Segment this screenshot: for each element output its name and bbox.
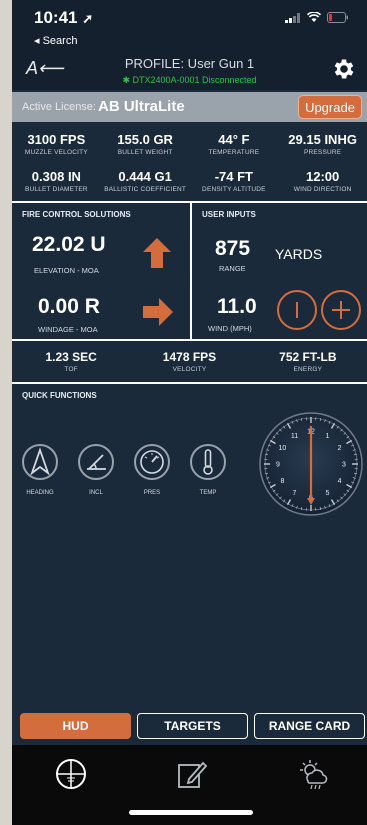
gear-icon[interactable] — [331, 56, 357, 82]
stat-muzzle-velocity[interactable]: 3100 FPS MUZZLE VELOCITY — [12, 132, 101, 156]
app-header: A⟵ PROFILE: User Gun 1 ✱ DTX2400A-0001 D… — [12, 50, 367, 90]
clock-number: 4 — [338, 478, 342, 485]
stat-bullet-weight[interactable]: 155.0 GR BULLET WEIGHT — [101, 132, 190, 156]
reticle-icon[interactable] — [54, 757, 88, 791]
clock-number: 7 — [293, 490, 297, 497]
increase-wind-button[interactable] — [321, 290, 361, 330]
profile-title[interactable]: PROFILE: User Gun 1 — [12, 56, 367, 71]
stat-energy: 752 FT-LB ENERGY — [279, 350, 337, 373]
bottom-toolbar — [12, 745, 367, 825]
range-value[interactable]: 875 — [215, 237, 250, 261]
range-unit[interactable]: YARDS — [275, 246, 322, 262]
clock-number: 9 — [276, 462, 280, 469]
back-to-search-link[interactable]: ◂ Search — [34, 34, 77, 47]
stat-pressure[interactable]: 29.15 INHG PRESSURE — [278, 132, 367, 156]
stat-wind-direction[interactable]: 12:00 WIND DIRECTION — [278, 169, 367, 193]
divider-vertical — [190, 201, 192, 339]
user-inputs-title: USER INPUTS — [202, 210, 256, 219]
stat-temperature[interactable]: 44° F TEMPERATURE — [190, 132, 279, 156]
stat-time-of-flight: 1.23 SEC TOF — [45, 350, 97, 373]
clock-number: 3 — [342, 462, 346, 469]
upgrade-button[interactable]: Upgrade — [298, 95, 362, 119]
quick-functions-title: QUICK FUNCTIONS — [22, 391, 97, 400]
inclination-label: INCL — [89, 490, 103, 496]
weather-icon[interactable] — [296, 757, 330, 791]
divider — [12, 382, 367, 384]
view-tabs: HUD TARGETS RANGE CARD — [20, 713, 365, 739]
heading-label: HEADING — [26, 490, 54, 496]
wifi-icon — [307, 12, 321, 22]
ballistic-inputs-row-2: 0.308 IN BULLET DIAMETER 0.444 G1 BALLISTI… — [12, 169, 367, 193]
tab-range-card[interactable]: RANGE CARD — [254, 713, 365, 739]
status-icons — [285, 12, 349, 23]
clock-number: 11 — [291, 433, 298, 440]
minus-icon — [296, 302, 298, 318]
device-status: ✱ DTX2400A-0001 Disconnected — [122, 75, 257, 85]
wind-speed-label: WIND (MPH) — [208, 324, 252, 333]
pressure-gauge-icon[interactable] — [133, 443, 171, 481]
status-time: 10:41 ➚ — [34, 8, 94, 27]
temperature-label: TEMP — [199, 490, 217, 496]
signal-icon — [285, 12, 300, 23]
windage-label: WINDAGE - MOA — [38, 325, 98, 334]
plus-icon — [332, 301, 350, 319]
wind-direction-clock[interactable]: 121234567891011 — [257, 410, 365, 518]
windage-value: 0.00 R — [38, 295, 100, 318]
stat-bullet-diameter[interactable]: 0.308 IN BULLET DIAMETER — [12, 169, 101, 193]
stat-velocity: 1478 FPS VELOCITY — [162, 350, 217, 373]
home-indicator[interactable] — [129, 810, 253, 815]
arrow-right-icon — [143, 298, 173, 326]
tab-targets[interactable]: TARGETS — [137, 713, 248, 739]
clock-number: 10 — [279, 445, 287, 452]
elevation-label: ELEVATION - MOA — [34, 266, 99, 275]
trajectory-results: 1.23 SEC TOF 1478 FPS VELOCITY 752 FT-LB EN… — [12, 350, 367, 373]
license-label: Active License: — [22, 101, 96, 113]
stat-density-altitude[interactable]: -74 FT DENSITY ALTITUDE — [190, 169, 279, 193]
heading-icon[interactable] — [21, 443, 59, 481]
tab-hud[interactable]: HUD — [20, 713, 131, 739]
arrow-up-icon — [143, 238, 171, 268]
stat-ballistic-coefficient[interactable]: 0.444 G1 BALLISTIC COEFFICIENT — [101, 169, 190, 193]
license-bar: Active License: AB UltraLite Upgrade — [12, 92, 367, 122]
clock-number: 2 — [338, 445, 342, 452]
app-screen: 10:41 ➚ ◂ Search A⟵ PROFILE: User Gun 1 … — [12, 0, 367, 825]
inclination-icon[interactable] — [77, 443, 115, 481]
range-label: RANGE — [219, 264, 246, 273]
clock-number: 1 — [326, 433, 330, 440]
pressure-label: PRES — [143, 490, 161, 496]
decrease-wind-button[interactable] — [277, 290, 317, 330]
clock-number: 8 — [280, 478, 284, 485]
edit-icon[interactable] — [175, 757, 209, 791]
elevation-value: 22.02 U — [32, 233, 106, 256]
fire-control-title: FIRE CONTROL SOLUTIONS — [22, 210, 131, 219]
wind-speed-value[interactable]: 11.0 — [217, 295, 257, 319]
thermometer-icon[interactable] — [189, 443, 227, 481]
battery-icon — [327, 12, 348, 23]
clock-number: 5 — [326, 490, 330, 497]
divider — [12, 339, 367, 341]
status-bar: 10:41 ➚ ◂ Search — [12, 0, 367, 50]
license-name: AB UltraLite — [98, 98, 185, 115]
ballistic-inputs-row-1: 3100 FPS MUZZLE VELOCITY 155.0 GR BULLET W… — [12, 132, 367, 156]
